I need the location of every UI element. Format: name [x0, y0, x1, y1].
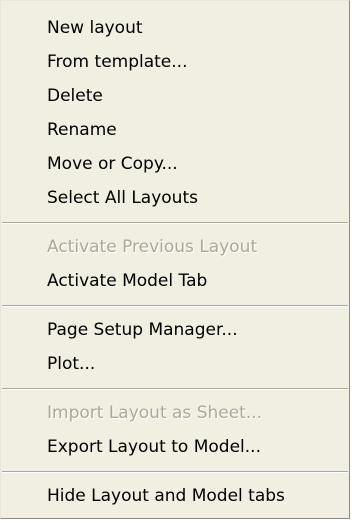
menu-group-tabs: Hide Layout and Model tabs: [1, 479, 349, 513]
menu-item-move-or-copy[interactable]: Move or Copy...: [47, 147, 349, 181]
menu-item-export-layout-to-model[interactable]: Export Layout to Model...: [47, 430, 349, 464]
menu-item-hide-layout-and-model-tabs[interactable]: Hide Layout and Model tabs: [47, 479, 349, 513]
menu-separator: [1, 464, 349, 479]
layout-context-menu: New layout From template... Delete Renam…: [0, 0, 350, 519]
menu-item-activate-model-tab[interactable]: Activate Model Tab: [47, 264, 349, 298]
menu-item-delete[interactable]: Delete: [47, 79, 349, 113]
menu-separator: [1, 298, 349, 313]
menu-item-activate-previous-layout: Activate Previous Layout: [47, 237, 258, 257]
menu-group-layout-management: New layout From template... Delete Renam…: [1, 1, 349, 215]
menu-item-plot[interactable]: Plot...: [47, 347, 349, 381]
menu-separator: [1, 381, 349, 396]
menu-group-import-export: Import Layout as Sheet... Export Layout …: [1, 396, 349, 464]
menu-group-activate: Activate Previous Layout Activate Model …: [1, 230, 349, 298]
menu-group-output: Page Setup Manager... Plot...: [1, 313, 349, 381]
menu-item-rename[interactable]: Rename: [47, 113, 349, 147]
menu-item-new-layout[interactable]: New layout: [47, 11, 349, 45]
menu-item-select-all-layouts[interactable]: Select All Layouts: [47, 181, 349, 215]
menu-item-page-setup-manager[interactable]: Page Setup Manager...: [47, 313, 349, 347]
menu-item-from-template[interactable]: From template...: [47, 45, 349, 79]
menu-separator: [1, 215, 349, 230]
menu-item-import-layout-as-sheet: Import Layout as Sheet...: [47, 403, 263, 423]
